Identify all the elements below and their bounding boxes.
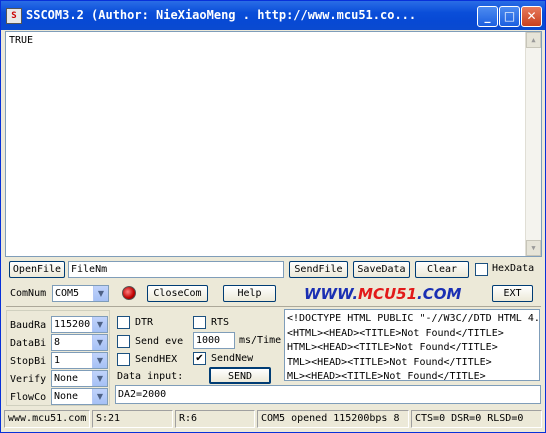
clear-button[interactable]: Clear: [415, 261, 469, 278]
received-line: <!DOCTYPE HTML PUBLIC "-//W3C//DTD HTML …: [287, 313, 540, 324]
help-button[interactable]: Help: [223, 285, 276, 302]
data-bits-select[interactable]: 8 ▼: [51, 334, 108, 351]
verify-label: Verify: [10, 374, 47, 385]
received-line: <HTML><HEAD><TITLE>Not Found</TITLE>: [287, 327, 504, 339]
logo-suffix: .COM: [417, 285, 462, 303]
send-file-button[interactable]: SendFile: [289, 261, 348, 278]
ms-per-time-label: ms/Time: [239, 335, 282, 346]
interval-input[interactable]: 1000: [193, 332, 235, 349]
data-bits-value: 8: [54, 337, 61, 348]
received-line: ML><HEAD><TITLE>Not Found</TITLE>: [287, 371, 486, 381]
com-num-label: ComNum: [10, 288, 47, 299]
scroll-up-icon[interactable]: ▲: [526, 32, 541, 48]
flow-control-select[interactable]: None ▼: [51, 388, 108, 405]
receive-output-area[interactable]: TRUE ▲ ▼: [5, 31, 542, 257]
logo-prefix: WWW.: [304, 285, 359, 303]
baud-rate-select[interactable]: 115200 ▼: [51, 316, 108, 333]
checkmark-icon: ✔: [195, 353, 204, 364]
received-text-box[interactable]: <!DOCTYPE HTML PUBLIC "-//W3C//DTD HTML …: [284, 309, 540, 381]
send-hex-checkbox[interactable]: [117, 353, 130, 366]
stop-bits-select[interactable]: 1 ▼: [51, 352, 108, 369]
send-hex-label: SendHEX: [135, 354, 178, 365]
flow-control-label: FlowCo: [10, 392, 47, 403]
status-received-count: R:6: [175, 410, 255, 428]
status-sent-count: S:21: [92, 410, 173, 428]
stop-bits-value: 1: [54, 355, 61, 366]
flow-control-value: None: [54, 391, 79, 402]
divider: [6, 306, 541, 307]
rts-label: RTS: [211, 317, 230, 328]
chevron-down-icon[interactable]: ▼: [92, 389, 107, 404]
chevron-down-icon[interactable]: ▼: [92, 353, 107, 368]
window-title: SSCOM3.2 (Author: NieXiaoMeng . http://w…: [26, 8, 417, 22]
data-input-label: Data input:: [117, 371, 184, 382]
ext-button[interactable]: EXT: [492, 285, 533, 302]
chevron-down-icon[interactable]: ▼: [92, 371, 107, 386]
close-com-button[interactable]: CloseCom: [147, 285, 208, 302]
received-line: HTML><HEAD><TITLE>Not Found</TITLE>: [287, 342, 498, 353]
title-bar[interactable]: S SSCOM3.2 (Author: NieXiaoMeng . http:/…: [1, 1, 545, 30]
stop-bits-label: StopBi: [10, 356, 47, 367]
status-site: www.mcu51.com: [4, 410, 90, 428]
maximize-button[interactable]: □: [499, 6, 520, 27]
file-name-field[interactable]: FileNm: [68, 261, 284, 278]
data-input-field[interactable]: DA2=2000: [115, 385, 541, 404]
hex-data-label: HexData: [492, 263, 535, 274]
verify-select[interactable]: None ▼: [51, 370, 108, 387]
status-port-info: COM5 opened 115200bps 8: [257, 410, 409, 428]
send-new-checkbox[interactable]: ✔: [193, 352, 206, 365]
minimize-button[interactable]: _: [477, 6, 498, 27]
send-button[interactable]: SEND: [209, 367, 271, 384]
com-port-select[interactable]: COM5 ▼: [52, 285, 109, 302]
send-new-label: SendNew: [211, 353, 254, 364]
verify-value: None: [54, 373, 79, 384]
send-every-checkbox[interactable]: [117, 335, 130, 348]
close-button[interactable]: ✕: [521, 6, 542, 27]
output-scrollbar[interactable]: ▲ ▼: [525, 32, 541, 256]
save-data-button[interactable]: SaveData: [353, 261, 410, 278]
open-file-button[interactable]: OpenFile: [9, 261, 65, 278]
chevron-down-icon[interactable]: ▼: [92, 335, 107, 350]
com-port-value: COM5: [55, 288, 80, 299]
logo-middle: MCU51: [358, 285, 418, 303]
port-status-led-icon: [122, 286, 136, 300]
hex-data-checkbox[interactable]: [475, 263, 488, 276]
scroll-down-icon[interactable]: ▼: [526, 240, 541, 256]
received-line: TML><HEAD><TITLE>Not Found</TITLE>: [287, 356, 492, 368]
data-bits-label: DataBi: [10, 338, 47, 349]
output-text: TRUE: [9, 35, 34, 46]
status-line-signals: CTS=0 DSR=0 RLSD=0: [411, 410, 542, 428]
rts-checkbox[interactable]: [193, 316, 206, 329]
sscom-window: S SSCOM3.2 (Author: NieXiaoMeng . http:/…: [0, 0, 546, 433]
baud-rate-value: 115200: [54, 319, 91, 330]
chevron-down-icon[interactable]: ▼: [92, 317, 107, 332]
send-every-label: Send eve: [135, 336, 184, 347]
dtr-checkbox[interactable]: [117, 316, 130, 329]
baud-rate-label: BaudRa: [10, 320, 47, 331]
dtr-label: DTR: [135, 317, 154, 328]
app-icon: S: [6, 8, 22, 24]
chevron-down-icon[interactable]: ▼: [93, 286, 108, 301]
mcu51-logo-link[interactable]: WWW.MCU51.COM: [304, 285, 461, 303]
